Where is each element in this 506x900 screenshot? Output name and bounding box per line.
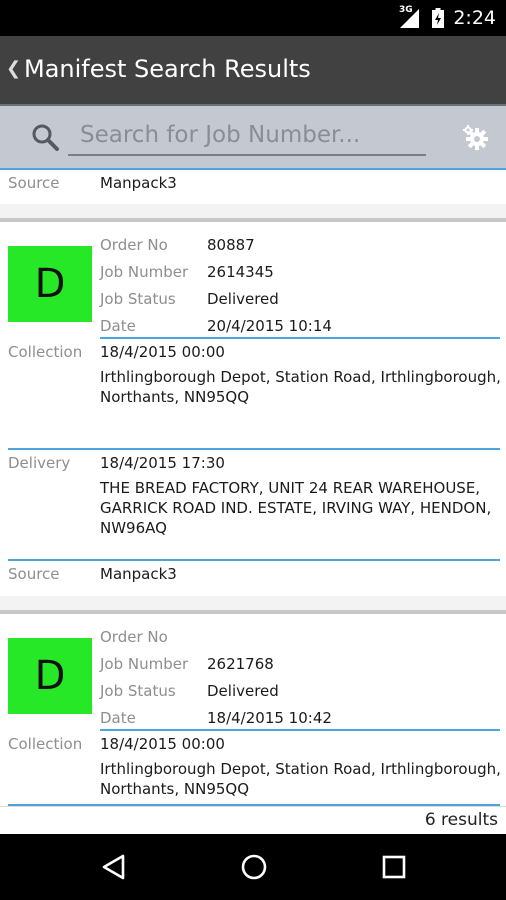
status-badge: D: [8, 246, 92, 322]
status-badge: D: [8, 638, 92, 714]
job-number-value: 2621768: [207, 655, 274, 673]
delivery-address-line: NW96AQ: [100, 519, 167, 537]
collection-label: Collection: [8, 735, 83, 753]
results-list[interactable]: Source Manpack3 D Order No 80887 Job Num…: [0, 168, 506, 834]
collection-address-line: Irthlingborough Depot, Station Road, Irt…: [100, 368, 501, 386]
delivery-address-line: THE BREAD FACTORY, UNIT 24 REAR WAREHOUS…: [100, 479, 481, 497]
recents-square-icon[interactable]: [381, 853, 407, 881]
source-label: Source: [8, 174, 60, 192]
collection-address-line: Northants, NN95QQ: [100, 780, 250, 798]
divider: [8, 448, 500, 450]
divider: [0, 168, 506, 170]
job-number-label: Job Number: [100, 655, 189, 673]
search-input[interactable]: [68, 116, 426, 156]
delivery-date: 18/4/2015 17:30: [100, 454, 225, 472]
delivery-address-line: GARRICK ROAD IND. ESTATE, IRVING WAY, HE…: [100, 499, 492, 517]
job-status-value: Delivered: [207, 290, 279, 308]
results-count: 6 results: [424, 810, 498, 830]
search-icon: [32, 124, 59, 151]
footer-divider: [0, 806, 506, 807]
order-no-label: Order No: [100, 628, 168, 646]
action-bar: ❮ Manifest Search Results: [0, 36, 506, 104]
clock: 2:24: [453, 7, 496, 29]
navigation-bar: [0, 834, 506, 900]
date-label: Date: [100, 317, 136, 335]
page-title[interactable]: Manifest Search Results: [24, 55, 311, 83]
job-number-value: 2614345: [207, 263, 274, 281]
job-status-label: Job Status: [100, 290, 176, 308]
source-value: Manpack3: [100, 565, 177, 583]
order-no-label: Order No: [100, 236, 168, 254]
collection-address-line: Irthlingborough Depot, Station Road, Irt…: [100, 760, 501, 778]
home-circle-icon[interactable]: [240, 853, 268, 881]
order-no-value: 80887: [207, 236, 255, 254]
collection-date: 18/4/2015 00:00: [100, 343, 225, 361]
signal-icon: [400, 9, 419, 28]
delivery-label: Delivery: [8, 454, 71, 472]
source-label: Source: [8, 565, 60, 583]
card-separator: [0, 610, 506, 614]
divider: [100, 337, 500, 339]
back-triangle-icon[interactable]: [101, 853, 127, 881]
battery-icon: [432, 8, 444, 28]
date-value: 18/4/2015 10:42: [207, 709, 332, 727]
source-value: Manpack3: [100, 174, 177, 192]
card-separator: [0, 218, 506, 222]
settings-gear-icon[interactable]: [462, 124, 490, 152]
back-chevron-icon[interactable]: ❮: [6, 58, 21, 79]
divider: [100, 729, 500, 731]
date-label: Date: [100, 709, 136, 727]
collection-address-line: Northants, NN95QQ: [100, 388, 250, 406]
collection-date: 18/4/2015 00:00: [100, 735, 225, 753]
divider: [8, 559, 500, 561]
job-status-label: Job Status: [100, 682, 176, 700]
search-bar: [0, 104, 506, 168]
collection-label: Collection: [8, 343, 83, 361]
job-status-value: Delivered: [207, 682, 279, 700]
status-bar: 3G 2:24: [0, 0, 506, 36]
date-value: 20/4/2015 10:14: [207, 317, 332, 335]
job-number-label: Job Number: [100, 263, 189, 281]
